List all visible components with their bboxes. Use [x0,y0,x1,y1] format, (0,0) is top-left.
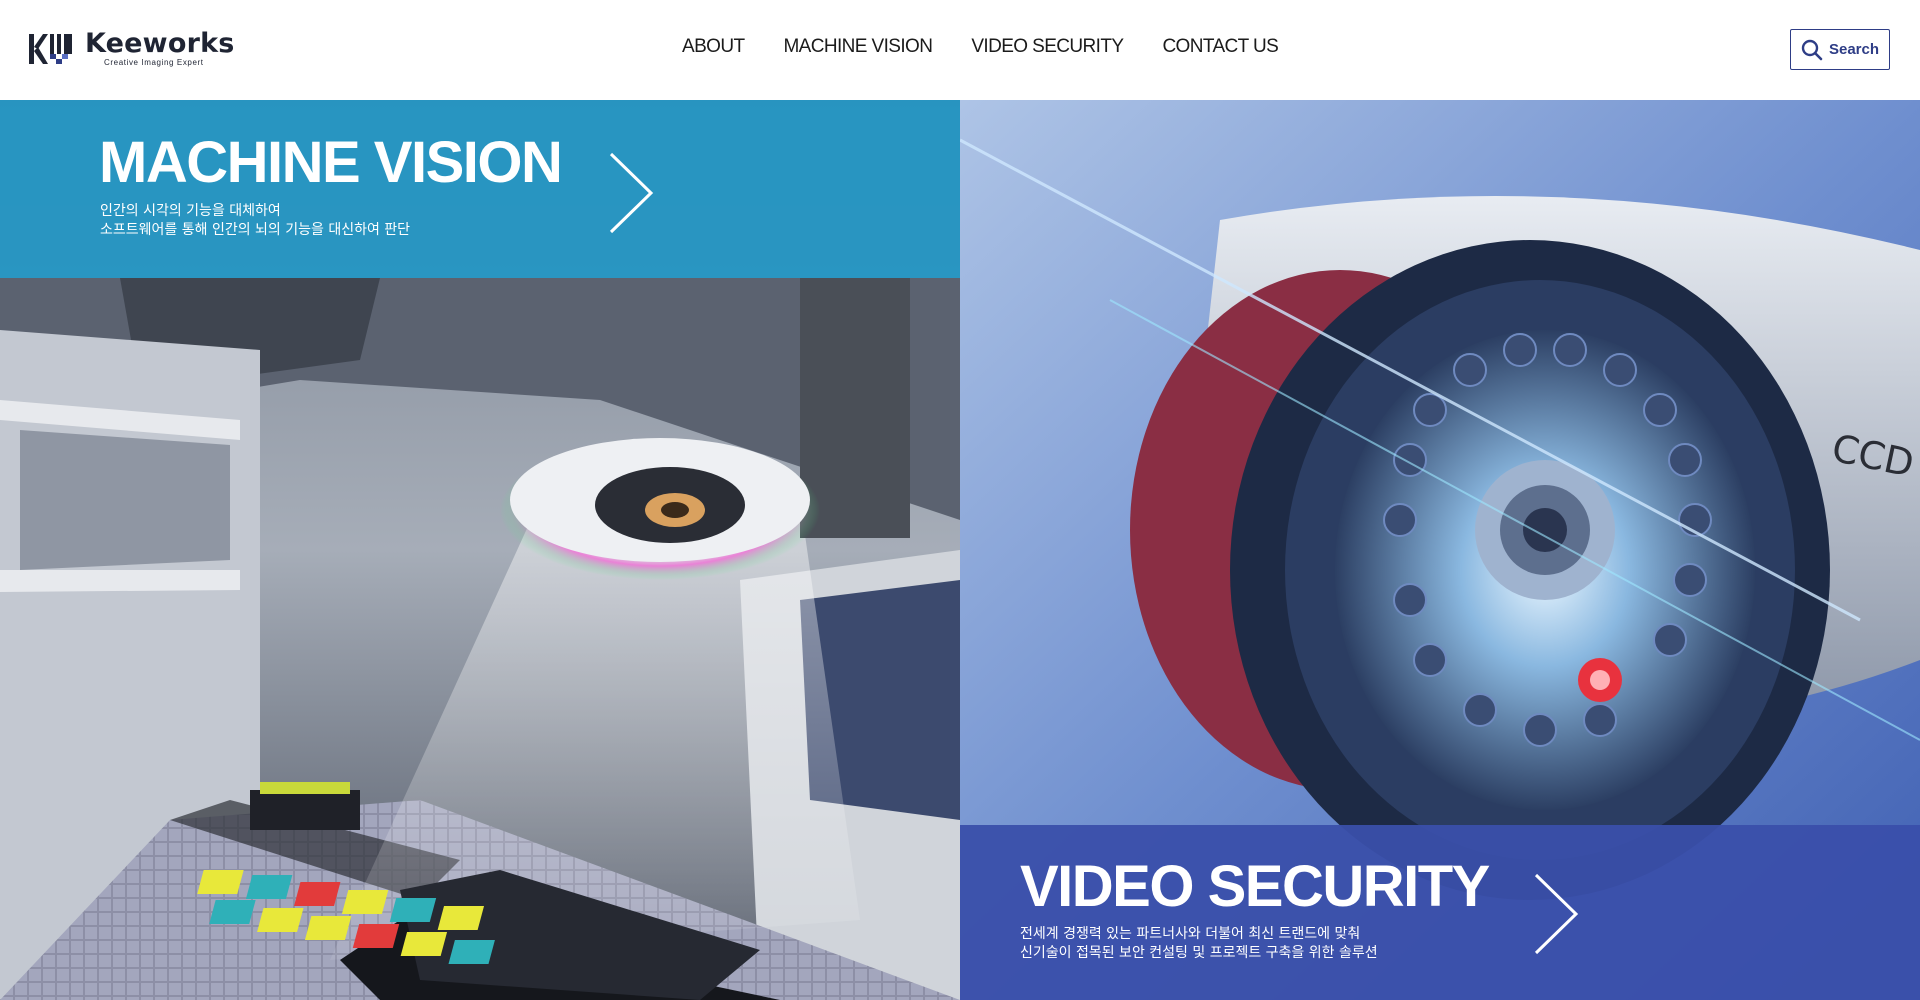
search-button[interactable]: Search [1790,29,1890,70]
logo-mark-icon [29,34,72,64]
main-nav: ABOUT MACHINE VISION VIDEO SECURITY CONT… [682,36,1317,58]
nav-item-machine-vision[interactable]: MACHINE VISION [783,36,933,58]
nav-item-about[interactable]: ABOUT [682,36,745,58]
search-label: Search [1828,41,1880,58]
brand-name: Keeworks [85,28,235,59]
video-security-chevron-right-icon[interactable] [1531,872,1581,956]
machine-vision-chevron-right-icon[interactable] [606,151,656,235]
logo[interactable]: Keeworks Creative Imaging Expert [29,30,235,68]
video-security-panel[interactable]: CCD cam VIDEO SECURITY 전세계 경쟁력 있는 파트너사와 … [960,100,1920,1000]
search-icon [1801,39,1823,60]
machine-vision-panel[interactable]: MACHINE VISION 인간의 시각의 기능을 대체하여 소프트웨어를 통… [0,100,960,1000]
video-security-description-line-1: 전세계 경쟁력 있는 파트너사와 더불어 최신 트랜드에 맞춰 [1020,926,1361,942]
machine-vision-description-line-2: 소프트웨어를 통해 인간의 뇌의 기능을 대신하여 판단 [100,222,411,238]
nav-item-contact-us[interactable]: CONTACT US [1162,36,1278,58]
brand-tagline: Creative Imaging Expert [104,58,204,67]
machine-vision-title[interactable]: MACHINE VISION [99,133,563,193]
video-security-description-line-2: 신기술이 접목된 보안 컨설팅 및 프로젝트 구축을 위한 솔루션 [1020,945,1378,961]
video-security-title[interactable]: VIDEO SECURITY [1020,857,1490,917]
nav-item-video-security[interactable]: VIDEO SECURITY [971,36,1124,58]
machine-vision-description-line-1: 인간의 시각의 기능을 대체하여 [100,203,281,219]
site-header: Keeworks Creative Imaging Expert ABOUT M… [0,0,1920,100]
